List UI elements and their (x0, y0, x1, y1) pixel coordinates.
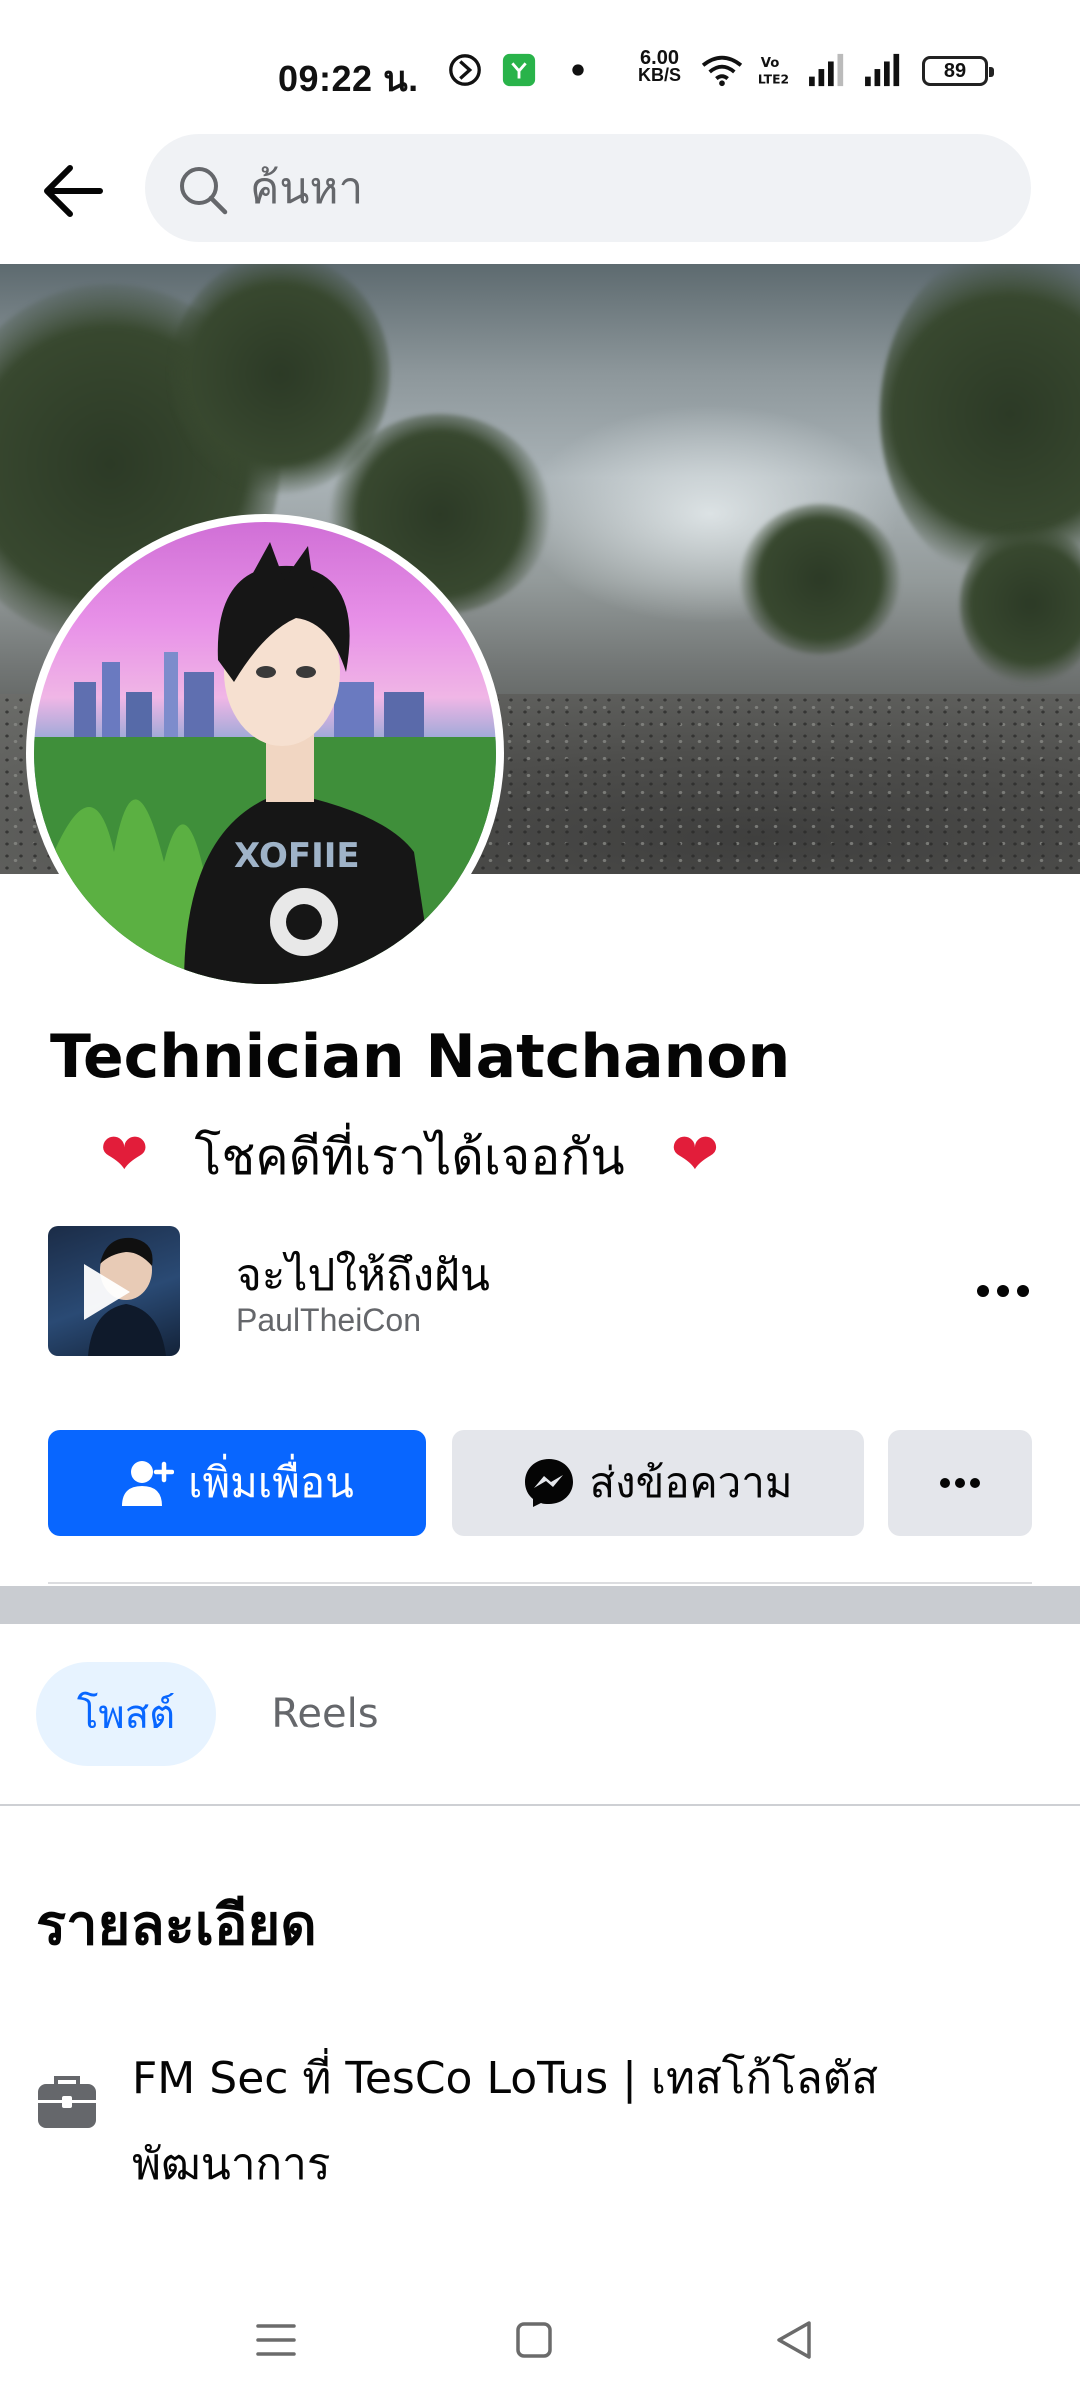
signal-2-icon (865, 53, 900, 87)
app-notification-icon (502, 53, 536, 87)
heart-icon: ❤ (100, 1120, 149, 1188)
back-triangle-icon (777, 2321, 811, 2359)
svg-text:XOFIIE: XOFIIE (234, 836, 360, 876)
tab-posts[interactable]: โพสต์ (36, 1662, 216, 1766)
work-detail-line2: พัฒนาการ (132, 2139, 331, 2190)
network-speed: 6.00 KB/S (638, 47, 682, 85)
divider (0, 1804, 1080, 1806)
back-arrow-icon (44, 165, 103, 217)
divider (48, 1582, 1032, 1584)
music-artist: PaulTheiCon (236, 1302, 421, 1338)
menu-icon (256, 2324, 296, 2356)
wifi-icon (701, 55, 743, 87)
add-friend-icon (122, 1461, 175, 1506)
profile-name: Technician Natchanon (50, 1022, 791, 1092)
profile-music[interactable]: จะไปให้ถึงฝัน PaulTheiCon (48, 1226, 1038, 1356)
profile-bio: ❤ โชคดีที่เราได้เจอกัน ❤ (100, 1118, 719, 1197)
play-icon (84, 1264, 130, 1320)
bio-text: โชคดีที่เราได้เจอกัน (194, 1128, 625, 1186)
recent-apps-button[interactable] (246, 2310, 306, 2370)
more-horizontal-icon (940, 1478, 980, 1488)
music-more-button[interactable] (968, 1256, 1038, 1326)
details-heading: รายละเอียด (36, 1893, 317, 1958)
volte-icon: Vo LTE2 (758, 56, 789, 86)
nfc-icon (449, 54, 481, 86)
svg-text:LTE2: LTE2 (758, 72, 789, 86)
more-horizontal-icon (977, 1285, 1029, 1297)
work-detail-line1: FM Sec ที่ TesCo LoTus | เทสโก้โลตัส (132, 2053, 879, 2104)
status-bar: 09:22 น. 6.00 KB/S Vo LTE2 89 (0, 0, 1080, 130)
svg-text:Vo: Vo (761, 56, 780, 71)
briefcase-icon (38, 2076, 96, 2128)
back-button[interactable] (34, 152, 112, 230)
home-button[interactable] (504, 2310, 564, 2370)
search-icon (180, 167, 228, 215)
music-thumbnail (48, 1226, 180, 1356)
work-detail: FM Sec ที่ TesCo LoTus | เทสโก้โลตัส พัฒ… (132, 2036, 952, 2208)
add-friend-button[interactable]: เพิ่มเพื่อน (48, 1430, 426, 1536)
section-separator (0, 1586, 1080, 1624)
top-bar (0, 130, 1080, 264)
avatar-illustration: XOFIIE (34, 542, 496, 984)
battery-indicator: 89 (922, 56, 994, 86)
message-button[interactable]: ส่งข้อความ (452, 1430, 864, 1536)
message-label: ส่งข้อความ (589, 1458, 793, 1507)
profile-avatar[interactable]: XOFIIE (26, 514, 504, 992)
signal-1-icon (809, 53, 844, 87)
heart-icon: ❤ (670, 1120, 720, 1188)
system-back-button[interactable] (764, 2310, 824, 2370)
add-friend-label: เพิ่มเพื่อน (188, 1458, 354, 1507)
home-square-icon (516, 2322, 552, 2358)
notification-dot-icon (572, 64, 584, 76)
system-nav-bar (0, 2270, 1080, 2400)
status-time: 09:22 น. (278, 58, 419, 99)
more-actions-button[interactable] (888, 1430, 1032, 1536)
messenger-icon (525, 1459, 574, 1507)
tab-reels[interactable]: Reels (250, 1662, 400, 1766)
music-title: จะไปให้ถึงฝัน (236, 1250, 490, 1301)
search-input[interactable] (250, 152, 990, 224)
search-bar[interactable] (145, 134, 1031, 242)
